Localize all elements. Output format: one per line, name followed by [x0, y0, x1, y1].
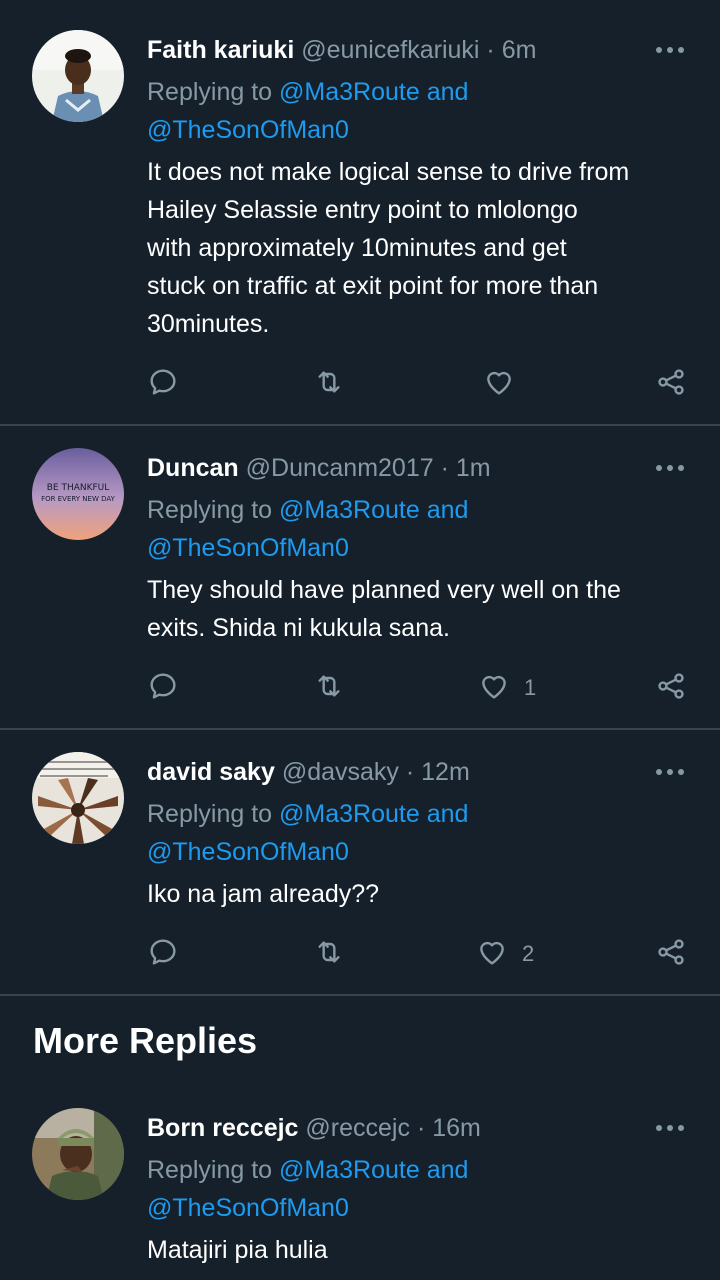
mention-link[interactable]: @Ma3Route and: [279, 496, 468, 524]
tweet-text: They should have planned very well on th…: [147, 571, 696, 647]
tweet-text-line: Hailey Selassie entry point to mlolongo: [147, 196, 578, 224]
timestamp[interactable]: 16m: [432, 1114, 481, 1142]
tweet-header: david saky @davsaky · 12m: [147, 752, 660, 792]
replying-to: Replying to @Ma3Route and @TheSonOfMan0: [147, 73, 700, 149]
author-name[interactable]: Born reccejc: [147, 1114, 298, 1142]
retweet-button[interactable]: [313, 364, 345, 404]
separator: ·: [486, 36, 495, 64]
mention-link[interactable]: @TheSonOfMan0: [147, 1194, 349, 1222]
separator: ·: [440, 454, 449, 482]
replying-to: Replying to @Ma3Route and @TheSonOfMan0: [147, 795, 700, 871]
retweet-icon: [313, 670, 345, 707]
mention-link[interactable]: @TheSonOfMan0: [147, 838, 349, 866]
avatar-caption-line: BE THANKFUL: [47, 483, 110, 493]
tweet-text-line: It does not make logical sense to drive …: [147, 158, 630, 186]
mention-link[interactable]: @Ma3Route and: [279, 800, 468, 828]
more-options-icon[interactable]: [652, 32, 688, 68]
avatar[interactable]: [32, 1108, 124, 1200]
tweet-item[interactable]: BE THANKFUL FOR EVERY NEW DAY Duncan @Du…: [0, 426, 720, 728]
timestamp[interactable]: 1m: [456, 454, 491, 482]
more-options-icon[interactable]: [652, 754, 688, 790]
avatar[interactable]: [32, 752, 124, 844]
like-icon: [476, 936, 508, 973]
tweet-text-line: Matajiri pia hulia: [147, 1236, 328, 1264]
replying-to: Replying to @Ma3Route and @TheSonOfMan0: [147, 1151, 700, 1227]
like-button[interactable]: [483, 364, 515, 404]
tweet-text: Matajiri pia hulia: [147, 1231, 696, 1269]
like-count: 2: [522, 941, 535, 966]
tweet-header: Born reccejc @reccejc · 16m: [147, 1108, 660, 1148]
tweet-text-line: with approximately 10minutes and get: [147, 234, 567, 262]
share-button[interactable]: [655, 364, 687, 404]
share-button[interactable]: [655, 934, 687, 974]
author-name[interactable]: david saky: [147, 758, 275, 786]
like-icon: [478, 670, 510, 707]
separator: ·: [405, 758, 415, 786]
timestamp[interactable]: 6m: [502, 36, 537, 64]
avatar-caption-line: FOR EVERY NEW DAY: [41, 495, 115, 503]
mention-link[interactable]: @Ma3Route and: [279, 1156, 468, 1184]
like-count: 1: [524, 675, 537, 700]
share-icon: [655, 366, 687, 403]
mention-link[interactable]: @TheSonOfMan0: [147, 534, 349, 562]
tweet-text-line: They should have planned very well on th…: [147, 576, 621, 604]
author-handle[interactable]: @Duncanm2017: [246, 454, 434, 482]
reply-button[interactable]: [147, 364, 179, 404]
reply-button[interactable]: [147, 934, 179, 974]
tweet-item[interactable]: david saky @davsaky · 12m Replying to @M…: [0, 730, 720, 994]
share-icon: [655, 936, 687, 973]
mention-link[interactable]: @TheSonOfMan0: [147, 116, 349, 144]
like-button[interactable]: 1: [478, 668, 536, 708]
retweet-button[interactable]: [313, 934, 345, 974]
more-options-icon[interactable]: [652, 450, 688, 486]
retweet-button[interactable]: [313, 668, 345, 708]
tweet-header: Duncan @Duncanm2017 · 1m: [147, 448, 660, 488]
tweet-actions: [147, 364, 692, 404]
author-handle[interactable]: @davsaky: [282, 758, 399, 786]
separator: ·: [416, 1114, 426, 1142]
author-handle[interactable]: @reccejc: [305, 1114, 410, 1142]
tweet-text: It does not make logical sense to drive …: [147, 153, 696, 343]
mention-link[interactable]: @Ma3Route and: [279, 78, 468, 106]
replying-to-label: Replying to: [147, 800, 273, 828]
retweet-icon: [313, 366, 345, 403]
reply-icon: [147, 936, 179, 973]
author-name[interactable]: Duncan: [147, 454, 239, 482]
more-options-icon[interactable]: [652, 1110, 688, 1146]
avatar[interactable]: [32, 30, 124, 122]
tweet-text: Iko na jam already??: [147, 875, 696, 913]
like-button[interactable]: 2: [476, 934, 534, 974]
replying-to-label: Replying to: [147, 496, 273, 524]
replying-to-label: Replying to: [147, 1156, 273, 1184]
tweet-actions: 2: [147, 934, 692, 974]
share-icon: [655, 670, 687, 707]
author-name[interactable]: Faith kariuki: [147, 36, 294, 64]
timestamp[interactable]: 12m: [421, 758, 470, 786]
tweet-text-line: 30minutes.: [147, 310, 270, 338]
more-replies-heading: More Replies: [33, 1020, 258, 1061]
replying-to-label: Replying to: [147, 78, 273, 106]
avatar[interactable]: BE THANKFUL FOR EVERY NEW DAY: [32, 448, 124, 540]
tweet-item[interactable]: Faith kariuki @eunicefkariuki · 6m Reply…: [0, 0, 720, 424]
tweet-header: Faith kariuki @eunicefkariuki · 6m: [147, 30, 660, 70]
reply-icon: [147, 366, 179, 403]
retweet-icon: [313, 936, 345, 973]
share-button[interactable]: [655, 668, 687, 708]
like-icon: [483, 366, 515, 403]
tweet-text-line: Iko na jam already??: [147, 880, 380, 908]
tweet-text-line: stuck on traffic at exit point for more …: [147, 272, 599, 300]
tweet-actions: 1: [147, 668, 692, 708]
reply-button[interactable]: [147, 668, 179, 708]
tweet-text-line: exits. Shida ni kukula sana.: [147, 614, 450, 642]
tweet-item[interactable]: Born reccejc @reccejc · 16m Replying to …: [0, 1086, 720, 1280]
replying-to: Replying to @Ma3Route and @TheSonOfMan0: [147, 491, 700, 567]
reply-icon: [147, 670, 179, 707]
author-handle[interactable]: @eunicefkariuki: [301, 36, 479, 64]
divider: [0, 994, 720, 996]
